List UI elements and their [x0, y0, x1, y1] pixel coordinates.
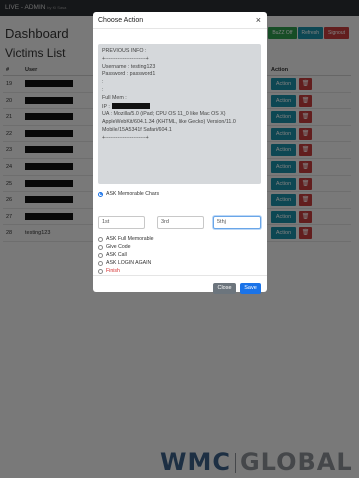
char-field-3[interactable]: 5thj — [213, 216, 261, 229]
info-full-mem: Full Mem : — [102, 94, 127, 101]
option-label: ASK Full Memorable — [106, 236, 154, 242]
radio-icon[interactable] — [98, 244, 103, 250]
option-finish[interactable]: Finish — [98, 268, 120, 274]
info-divider-2: +-----------------------+ — [102, 134, 149, 141]
save-button[interactable]: Save — [240, 283, 261, 294]
info-blank-1: : — [102, 79, 104, 86]
modal-header: Choose Action × — [93, 12, 267, 29]
previous-info-box: PREVIOUS INFO : +-----------------------… — [98, 44, 261, 184]
option-label: Finish — [106, 268, 120, 274]
option-label: ASK LOGIN AGAIN — [106, 260, 152, 266]
modal-footer-divider — [93, 275, 267, 276]
info-blank-2: : — [102, 86, 104, 93]
option-label: Give Code — [106, 244, 131, 250]
option-ask-call[interactable]: ASK Call — [98, 252, 127, 258]
info-ip: IP : — [102, 102, 257, 112]
info-username: Username : testing123 — [102, 63, 156, 70]
char-field-1[interactable]: 1st — [98, 216, 145, 229]
ip-redaction — [111, 102, 150, 109]
info-divider: +-----------------------+ — [102, 55, 149, 62]
radio-icon[interactable] — [98, 268, 103, 274]
radio-icon[interactable] — [98, 252, 103, 258]
modal-title: Choose Action — [98, 17, 144, 24]
char-field-2[interactable]: 3rd — [157, 216, 204, 229]
option-label: ASK Call — [106, 252, 127, 258]
close-icon[interactable]: × — [256, 15, 261, 25]
option-label: ASK Memorable Chars — [106, 191, 160, 197]
radio-icon[interactable] — [98, 260, 103, 266]
close-button[interactable]: Close — [213, 283, 236, 294]
info-heading: PREVIOUS INFO : — [102, 48, 147, 54]
radio-icon[interactable] — [98, 236, 103, 242]
option-ask-memorable-chars[interactable]: ASK Memorable Chars — [98, 191, 159, 197]
info-password: Password : password1 — [102, 71, 156, 78]
option-ask-full-memorable[interactable]: ASK Full Memorable — [98, 236, 154, 242]
option-give-code[interactable]: Give Code — [98, 244, 131, 250]
info-user-agent: UA : Mozilla/5.0 (iPad; CPU OS 11_0 like… — [102, 111, 236, 133]
info-ip-label: IP : — [102, 103, 110, 110]
option-ask-login-again[interactable]: ASK LOGIN AGAIN — [98, 260, 151, 266]
radio-selected-icon[interactable] — [98, 191, 103, 197]
choose-action-modal: Choose Action × PREVIOUS INFO : +-------… — [93, 12, 267, 294]
